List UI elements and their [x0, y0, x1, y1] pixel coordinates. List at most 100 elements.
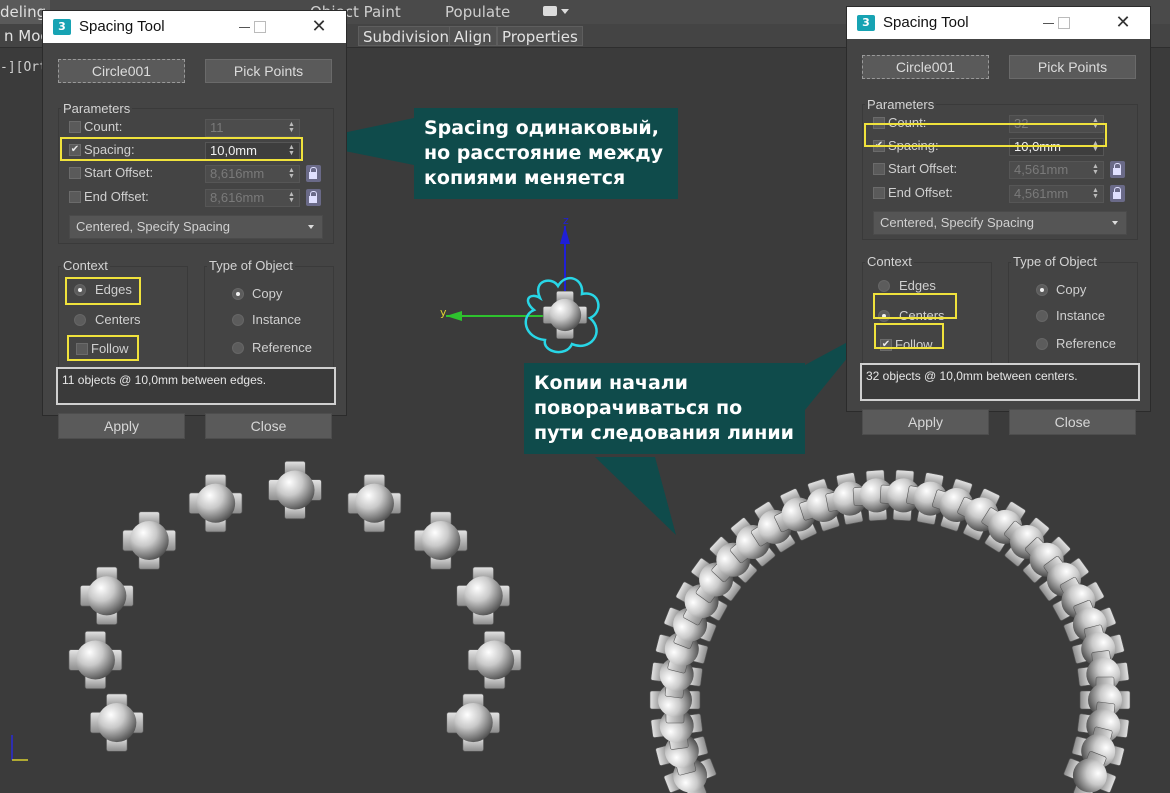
spacing-mode-value: Centered, Specify Spacing	[76, 219, 230, 234]
dialog-titlebar[interactable]: 3 Spacing Tool ✕	[43, 11, 346, 43]
parameters-label: Parameters	[865, 97, 937, 112]
source-object-mesh[interactable]	[542, 290, 588, 340]
spaced-copy[interactable]	[267, 460, 323, 520]
end-offset-checkbox[interactable]	[873, 187, 885, 199]
pick-path-button[interactable]: Circle001	[862, 55, 989, 79]
type-of-object-label: Type of Object	[1011, 254, 1099, 269]
instance-label: Instance	[1056, 308, 1106, 323]
3dsmax-app-icon: 3	[53, 19, 71, 35]
pick-points-button[interactable]: Pick Points	[1009, 55, 1136, 79]
reference-label: Reference	[1056, 336, 1116, 351]
reference-radio[interactable]	[232, 342, 244, 354]
spacing-mode-dropdown[interactable]: Centered, Specify Spacing	[69, 215, 323, 239]
callout-bottom: Копии начали поворачиваться по пути след…	[524, 363, 805, 454]
pick-path-button[interactable]: Circle001	[58, 59, 185, 83]
end-offset-checkbox[interactable]	[69, 191, 81, 203]
copy-label: Copy	[252, 286, 283, 301]
gizmo-z-arrow[interactable]	[560, 226, 570, 244]
spacing-tool-dialog-right: 3 Spacing Tool ✕ Circle001 Pick Points P…	[846, 6, 1151, 435]
spacing-mode-value: Centered, Specify Spacing	[880, 215, 1034, 230]
lock-icon[interactable]	[1110, 185, 1125, 202]
callout-bottom-line: пути следования линии	[534, 422, 794, 444]
close-window-button[interactable]: ✕	[305, 15, 333, 39]
spacing-mode-dropdown[interactable]: Centered, Specify Spacing	[873, 211, 1127, 235]
reference-radio[interactable]	[1036, 338, 1048, 350]
callout-top: Spacing одинаковый, но расстояние между …	[414, 108, 678, 199]
spaced-copy[interactable]	[456, 566, 511, 626]
end-offset-value: 4,561mm	[1014, 186, 1069, 201]
instance-radio[interactable]	[1036, 310, 1048, 322]
spaced-copy[interactable]	[188, 473, 243, 533]
close-button[interactable]: Close	[1009, 409, 1136, 435]
count-label: Count:	[84, 119, 123, 134]
close-window-button[interactable]: ✕	[1109, 11, 1137, 35]
end-offset-label: End Offset:	[888, 185, 953, 200]
spaced-copy[interactable]	[467, 630, 522, 690]
spaced-copy[interactable]	[413, 511, 468, 570]
selected-source-object[interactable]	[446, 226, 600, 354]
gizmo-y-arrow[interactable]	[446, 311, 462, 321]
right-spaced-objects	[648, 468, 1132, 793]
spaced-copy[interactable]	[79, 566, 134, 626]
lock-icon[interactable]	[1110, 161, 1125, 178]
start-offset-checkbox[interactable]	[69, 167, 81, 179]
chevron-down-icon	[1112, 221, 1118, 225]
dialog-title: Spacing Tool	[79, 18, 165, 35]
copy-radio[interactable]	[1036, 284, 1048, 296]
spaced-copy[interactable]	[446, 693, 501, 752]
start-offset-label: Start Offset:	[84, 165, 154, 180]
callout-bottom-line: поворачиваться по	[534, 397, 743, 419]
start-offset-value: 4,561mm	[1014, 162, 1069, 177]
start-offset-checkbox[interactable]	[873, 163, 885, 175]
start-offset-spinner[interactable]: 4,561mm ▲ ▼	[1009, 161, 1104, 179]
follow-highlight	[67, 335, 139, 361]
chevron-down-icon	[308, 225, 314, 229]
centers-highlight	[873, 293, 957, 319]
edges-radio[interactable]	[878, 280, 890, 292]
count-spinner[interactable]: 11 ▲ ▼	[205, 119, 300, 137]
start-offset-label: Start Offset:	[888, 161, 958, 176]
spacing-highlight	[60, 137, 303, 161]
callout-bottom-pointer-down	[595, 457, 676, 535]
centers-radio[interactable]	[74, 314, 86, 326]
gizmo-z-label: z	[563, 214, 569, 227]
end-offset-spinner[interactable]: 8,616mm ▲ ▼	[205, 189, 300, 207]
pick-points-button[interactable]: Pick Points	[205, 59, 332, 83]
close-button[interactable]: Close	[205, 413, 332, 439]
parameters-label: Parameters	[61, 101, 133, 116]
lock-icon[interactable]	[306, 189, 321, 206]
copy-radio[interactable]	[232, 288, 244, 300]
apply-button[interactable]: Apply	[58, 413, 185, 439]
edges-label: Edges	[899, 278, 936, 293]
edges-highlight	[65, 277, 141, 305]
dialog-title: Spacing Tool	[883, 14, 969, 31]
centers-label: Centers	[95, 312, 141, 327]
spaced-copy[interactable]	[347, 473, 402, 533]
spaced-copy[interactable]	[89, 693, 144, 752]
end-offset-label: End Offset:	[84, 189, 149, 204]
callout-top-line: Spacing одинаковый,	[424, 117, 659, 139]
gizmo-y-label: y	[440, 306, 447, 319]
spaced-copy[interactable]	[68, 630, 123, 690]
apply-button[interactable]: Apply	[862, 409, 989, 435]
start-offset-spinner[interactable]: 8,616mm ▲ ▼	[205, 165, 300, 183]
spacing-tool-dialog-left: 3 Spacing Tool ✕ Circle001 Pick Points P…	[42, 10, 347, 439]
status-text: 11 objects @ 10,0mm between edges.	[56, 367, 336, 405]
status-text: 32 objects @ 10,0mm between centers.	[860, 363, 1140, 401]
follow-highlight	[874, 323, 944, 349]
instance-radio[interactable]	[232, 314, 244, 326]
type-of-object-label: Type of Object	[207, 258, 295, 273]
end-offset-spinner[interactable]: 4,561mm ▲ ▼	[1009, 185, 1104, 203]
callout-top-line: но расстояние между	[424, 142, 664, 164]
maximize-button[interactable]	[246, 15, 274, 39]
lock-icon[interactable]	[306, 165, 321, 182]
count-checkbox[interactable]	[69, 121, 81, 133]
maximize-button[interactable]	[1050, 11, 1078, 35]
spaced-copy[interactable]	[122, 511, 177, 570]
dialog-titlebar[interactable]: 3 Spacing Tool ✕	[847, 7, 1150, 39]
callout-bottom-line: Копии начали	[534, 372, 688, 394]
left-spaced-objects	[68, 460, 522, 752]
reference-label: Reference	[252, 340, 312, 355]
instance-label: Instance	[252, 312, 302, 327]
context-label: Context	[865, 254, 914, 269]
